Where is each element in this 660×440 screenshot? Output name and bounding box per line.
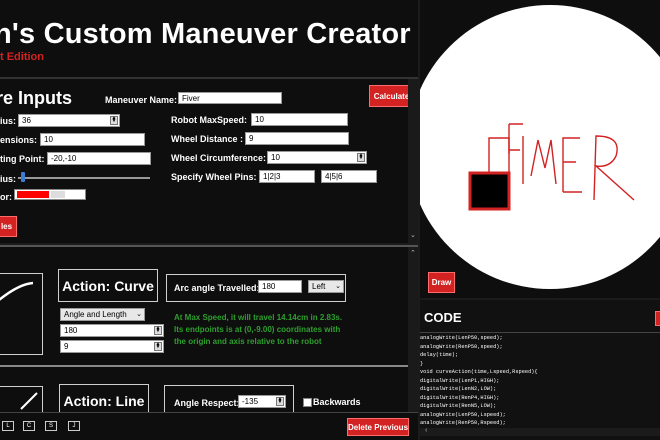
radius-label: ius:	[0, 116, 17, 126]
direction-value: Left	[312, 282, 326, 291]
curve-info-line-1: At Max Speed, it will travel 14.14cm in …	[174, 313, 343, 322]
curve-field-2-spinner-icon[interactable]: ▲ ▼	[154, 342, 162, 351]
drawing-canvas[interactable]	[420, 0, 660, 298]
arc-angle-input[interactable]: 180	[258, 280, 302, 293]
wheel-distance-label: Wheel Distance :	[171, 134, 244, 144]
app-title: h's Custom Maneuver Creator	[0, 18, 411, 50]
angle-respect-value: -135	[242, 397, 259, 406]
code-panel: CODE analogWrite(LenP50,speed); analogWri…	[420, 300, 660, 440]
code-line: analogWrite(RenP50,Rspeed);	[420, 420, 506, 426]
wheel-circumference-label: Wheel Circumference:	[171, 153, 267, 163]
angle-respect-spinner-icon[interactable]: ▲ ▼	[276, 397, 284, 406]
dimensions-label: ensions:	[0, 135, 38, 145]
mode-select[interactable]: Angle and Length ⌄	[60, 308, 145, 321]
code-hscrollbar[interactable]: ‹	[420, 427, 660, 436]
curve-field-1-spinner-icon[interactable]: ▲ ▼	[154, 326, 162, 335]
s-button[interactable]: S	[45, 421, 57, 431]
slider-label: ius:	[0, 174, 17, 184]
curve-button[interactable]: C	[23, 421, 35, 431]
chevron-down-icon: ⌄	[335, 283, 341, 290]
curve-field-2[interactable]: 9 ▲ ▼	[60, 340, 164, 353]
dimensions-input[interactable]: 10	[40, 133, 145, 146]
wheel-distance-input[interactable]: 9	[245, 132, 349, 145]
curve-info: At Max Speed, it will travel 14.14cm in …	[174, 312, 374, 348]
wheel-circumference-spinner-icon[interactable]: ▲ ▼	[357, 153, 365, 162]
actions-scrollbar[interactable]: ⌃	[408, 247, 418, 412]
curve-field-1[interactable]: 180 ▲ ▼	[60, 324, 164, 337]
wheel-pins-left-input[interactable]: 1|2|3	[259, 170, 315, 183]
red-action-button[interactable]: les	[0, 216, 17, 237]
scroll-left-icon[interactable]: ‹	[425, 427, 427, 434]
code-line: digitalWrite(LenN2,LOW);	[420, 386, 497, 392]
color-dropdown-icon[interactable]	[51, 191, 65, 198]
draw-button[interactable]: Draw	[428, 272, 455, 293]
section-title: re Inputs	[0, 88, 73, 108]
delete-previous-button[interactable]: Delete Previous	[347, 418, 409, 436]
curve-info-line-2: Its endpoints is at (0,-9.00) coordinate…	[174, 325, 341, 334]
curve-info-line-3: the origin and axis relative to the robo…	[174, 337, 322, 346]
robot-maxspeed-input[interactable]: 10	[251, 113, 348, 126]
code-line: delay(time);	[420, 352, 459, 358]
actions-panel: Action: Curve Arc angle Travelled: 180 L…	[0, 245, 418, 418]
chevron-down-icon: ⌄	[136, 311, 142, 318]
code-line: digitalWrite(LenP1,HIGH);	[420, 377, 500, 384]
code-divider	[420, 332, 660, 333]
wheel-circumference-value: 10	[271, 153, 280, 162]
wheel-circumference-input[interactable]: 10 ▲ ▼	[267, 151, 367, 164]
direction-select[interactable]: Left ⌄	[308, 280, 344, 293]
code-line: void curveAction(time,Lspeed,Rspeed){	[420, 369, 538, 375]
app-edition: t Edition	[0, 51, 44, 63]
title-divider	[0, 77, 418, 79]
code-line: analogWrite(LenP50,Lspeed);	[420, 411, 506, 418]
code-view[interactable]: analogWrite(LenP50,speed); analogWrite(Re…	[420, 334, 656, 430]
code-line: digitalWrite(RenP4,HIGH);	[420, 394, 500, 401]
curve-field-1-value: 180	[64, 326, 78, 335]
code-line: }	[420, 360, 424, 367]
code-line: digitalWrite(RenN5,LOW);	[420, 403, 497, 409]
code-action-button[interactable]	[655, 311, 660, 326]
j-button[interactable]: J	[68, 421, 80, 431]
radius-input[interactable]: 36 ▲ ▼	[18, 114, 120, 127]
radius-spinner-icon[interactable]: ▲ ▼	[110, 116, 118, 125]
starting-point-label: ting Point:	[0, 154, 45, 164]
color-swatch	[17, 191, 49, 198]
wheel-pins-label: Specify Wheel Pins:	[171, 172, 257, 182]
angle-respect-input[interactable]: -135 ▲ ▼	[238, 395, 286, 408]
radius-slider-track[interactable]	[18, 177, 150, 179]
scroll-down-icon[interactable]: ⌄	[410, 231, 416, 239]
inputs-panel: h's Custom Maneuver Creator t Edition re…	[0, 0, 418, 243]
robot-marker	[468, 171, 511, 211]
code-line: analogWrite(RenP50,speed);	[420, 343, 503, 350]
backwards-checkbox[interactable]	[303, 398, 312, 407]
line-button[interactable]: L	[2, 421, 14, 431]
bottom-bar: L C S J Delete Previous	[0, 412, 418, 440]
radius-value: 36	[22, 116, 31, 125]
inputs-scrollbar[interactable]: ⌄	[408, 79, 418, 243]
angle-respect-label: Angle Respect:	[174, 398, 240, 408]
curve-field-2-value: 9	[64, 342, 69, 351]
curve-preview-graphic	[0, 281, 34, 301]
starting-point-input[interactable]: -20,-10	[47, 152, 151, 165]
mode-value: Angle and Length	[64, 310, 127, 319]
action-divider	[0, 365, 408, 367]
radius-slider-thumb[interactable]	[21, 172, 25, 182]
color-label: or:	[0, 192, 12, 202]
code-title: CODE	[424, 310, 462, 325]
arc-angle-label: Arc angle Travelled:	[174, 283, 260, 293]
maneuver-name-input[interactable]: Fiver	[178, 92, 282, 104]
robot-maxspeed-label: Robot MaxSpeed:	[171, 115, 248, 125]
curve-action-title: Action: Curve	[58, 269, 158, 302]
code-line: analogWrite(LenP50,speed);	[420, 335, 503, 341]
wheel-pins-right-input[interactable]: 4|5|6	[321, 170, 377, 183]
curve-preview	[0, 273, 43, 355]
backwards-label: Backwards	[313, 397, 361, 407]
scroll-up-icon[interactable]: ⌃	[410, 249, 416, 257]
maneuver-name-label: Maneuver Name:	[105, 95, 178, 105]
color-picker[interactable]	[14, 189, 86, 200]
canvas-panel: Draw	[420, 0, 660, 298]
